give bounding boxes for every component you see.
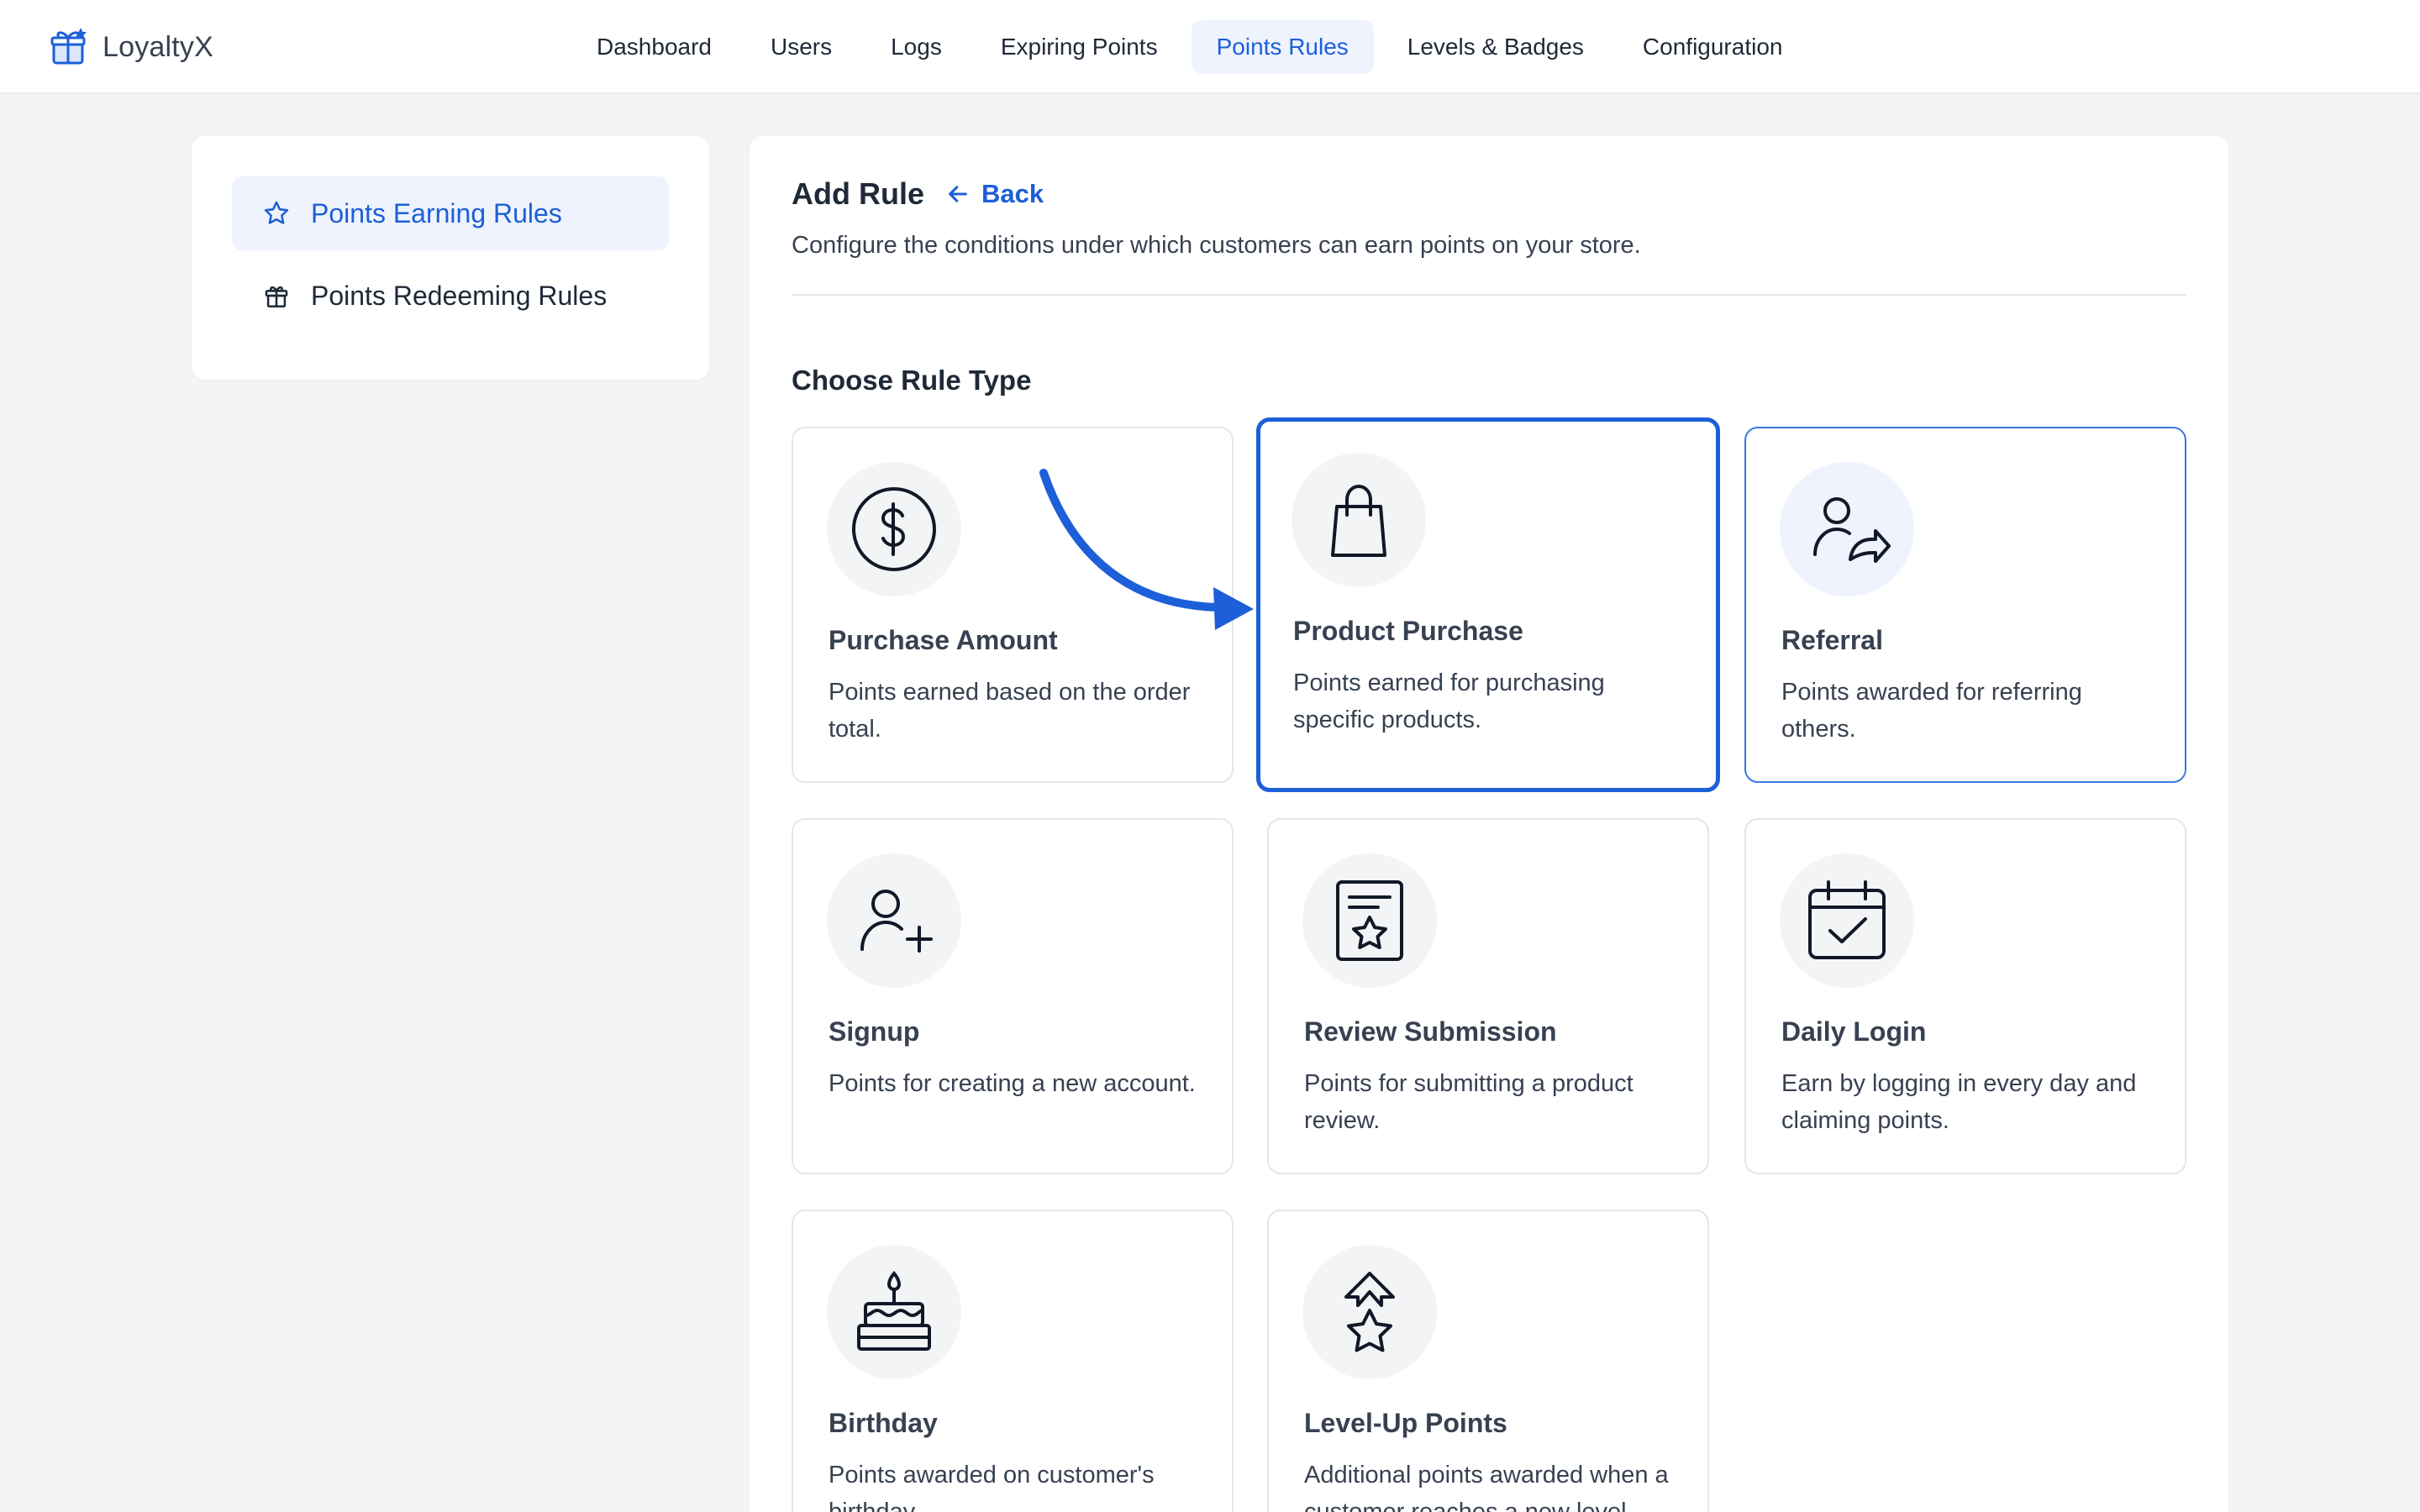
card-icon-circle — [1780, 853, 1914, 988]
rule-card-product-purchase[interactable]: Product Purchase Points earned for purch… — [1256, 417, 1720, 792]
card-title: Review Submission — [1304, 1016, 1557, 1047]
card-description: Points for submitting a product review. — [1304, 1070, 1634, 1134]
sidebar-item-label: Points Redeeming Rules — [311, 280, 608, 311]
nav-users[interactable]: Users — [745, 20, 857, 74]
rule-card-birthday[interactable]: Birthday Points awarded on customer's bi… — [792, 1210, 1234, 1512]
card-icon-circle — [827, 462, 961, 596]
card-title: Birthday — [829, 1408, 938, 1438]
rule-card-review-submission[interactable]: Review Submission Points for submitting … — [1267, 818, 1709, 1174]
divider — [792, 294, 2186, 296]
gift-logo-icon — [50, 28, 87, 65]
main-nav: Dashboard Users Logs Expiring Points Poi… — [571, 20, 1807, 74]
sidebar: Points Earning Rules Points Redeeming Ru… — [192, 136, 709, 380]
sidebar-item-redeeming-rules[interactable]: Points Redeeming Rules — [232, 259, 669, 333]
arrow-left-icon — [949, 186, 967, 202]
card-description: Points earned for purchasing specific pr… — [1293, 669, 1605, 733]
card-title: Purchase Amount — [829, 625, 1058, 655]
card-title: Daily Login — [1781, 1016, 1927, 1047]
nav-configuration[interactable]: Configuration — [1618, 20, 1808, 74]
shopping-bag-icon — [1331, 484, 1386, 557]
card-icon-circle — [827, 853, 961, 988]
annotation-arrow-icon — [1039, 469, 1254, 630]
gift-icon — [265, 286, 288, 308]
card-description: Points earned based on the order total. — [829, 679, 1191, 743]
calendar-check-icon — [1808, 880, 1886, 959]
nav-points-rules[interactable]: Points Rules — [1191, 20, 1374, 74]
star-icon — [264, 201, 289, 224]
dollar-coin-icon — [852, 487, 936, 571]
birthday-cake-icon — [857, 1270, 931, 1351]
page-subtitle: Configure the conditions under which cus… — [792, 232, 1641, 259]
nav-levels-badges[interactable]: Levels & Badges — [1382, 20, 1609, 74]
brand-name: LoyaltyX — [103, 30, 214, 63]
card-title: Product Purchase — [1293, 616, 1523, 646]
nav-dashboard[interactable]: Dashboard — [571, 20, 737, 74]
card-icon-circle — [1292, 453, 1426, 587]
card-title: Referral — [1781, 625, 1883, 655]
nav-expiring-points[interactable]: Expiring Points — [976, 20, 1183, 74]
rule-card-referral[interactable]: Referral Points awarded for referring ot… — [1744, 427, 2186, 783]
brand[interactable]: LoyaltyX — [47, 24, 213, 71]
rule-card-signup[interactable]: Signup Points for creating a new account… — [792, 818, 1234, 1174]
card-icon-circle — [827, 1245, 961, 1379]
card-icon-circle — [1780, 462, 1914, 596]
page-heading: Add Rule Back — [792, 176, 1044, 212]
card-title: Level-Up Points — [1304, 1408, 1507, 1438]
user-plus-icon — [860, 890, 933, 953]
level-up-star-icon — [1344, 1272, 1395, 1352]
back-label: Back — [981, 179, 1044, 208]
card-description: Earn by logging in every day and claimin… — [1781, 1070, 2137, 1134]
sidebar-item-earning-rules[interactable]: Points Earning Rules — [232, 176, 669, 250]
sidebar-item-label: Points Earning Rules — [311, 197, 562, 228]
section-title: Choose Rule Type — [792, 365, 1032, 396]
card-description: Additional points awarded when a custome… — [1304, 1462, 1669, 1512]
card-title: Signup — [829, 1016, 920, 1047]
card-icon-circle — [1302, 853, 1437, 988]
user-share-icon — [1813, 497, 1891, 563]
rule-card-level-up-points[interactable]: Level-Up Points Additional points awarde… — [1267, 1210, 1709, 1512]
review-star-icon — [1336, 880, 1403, 961]
rule-card-daily-login[interactable]: Daily Login Earn by logging in every day… — [1744, 818, 2186, 1174]
card-description: Points awarded for referring others. — [1781, 679, 2082, 743]
top-bar: LoyaltyX Dashboard Users Logs Expiring P… — [0, 0, 2420, 94]
back-button[interactable]: Back — [946, 179, 1044, 209]
card-description: Points awarded on customer's birthday. — [829, 1462, 1155, 1512]
card-icon-circle — [1302, 1245, 1437, 1379]
page-title: Add Rule — [792, 176, 924, 211]
nav-logs[interactable]: Logs — [865, 20, 967, 74]
card-description: Points for creating a new account. — [829, 1070, 1196, 1097]
add-rule-panel: Add Rule Back Configure the conditions u… — [750, 136, 2228, 1512]
